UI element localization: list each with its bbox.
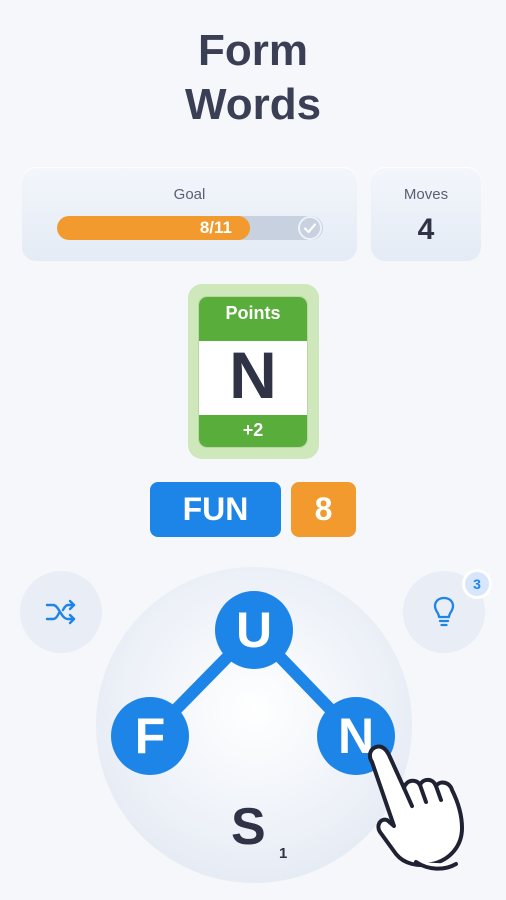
pointing-hand-icon [367,744,464,871]
letter-s-subscript: 1 [279,845,288,862]
letter-node-s[interactable]: S [231,797,266,857]
letter-node-f[interactable]: F [111,697,189,775]
letter-node-u[interactable]: U [215,591,293,669]
